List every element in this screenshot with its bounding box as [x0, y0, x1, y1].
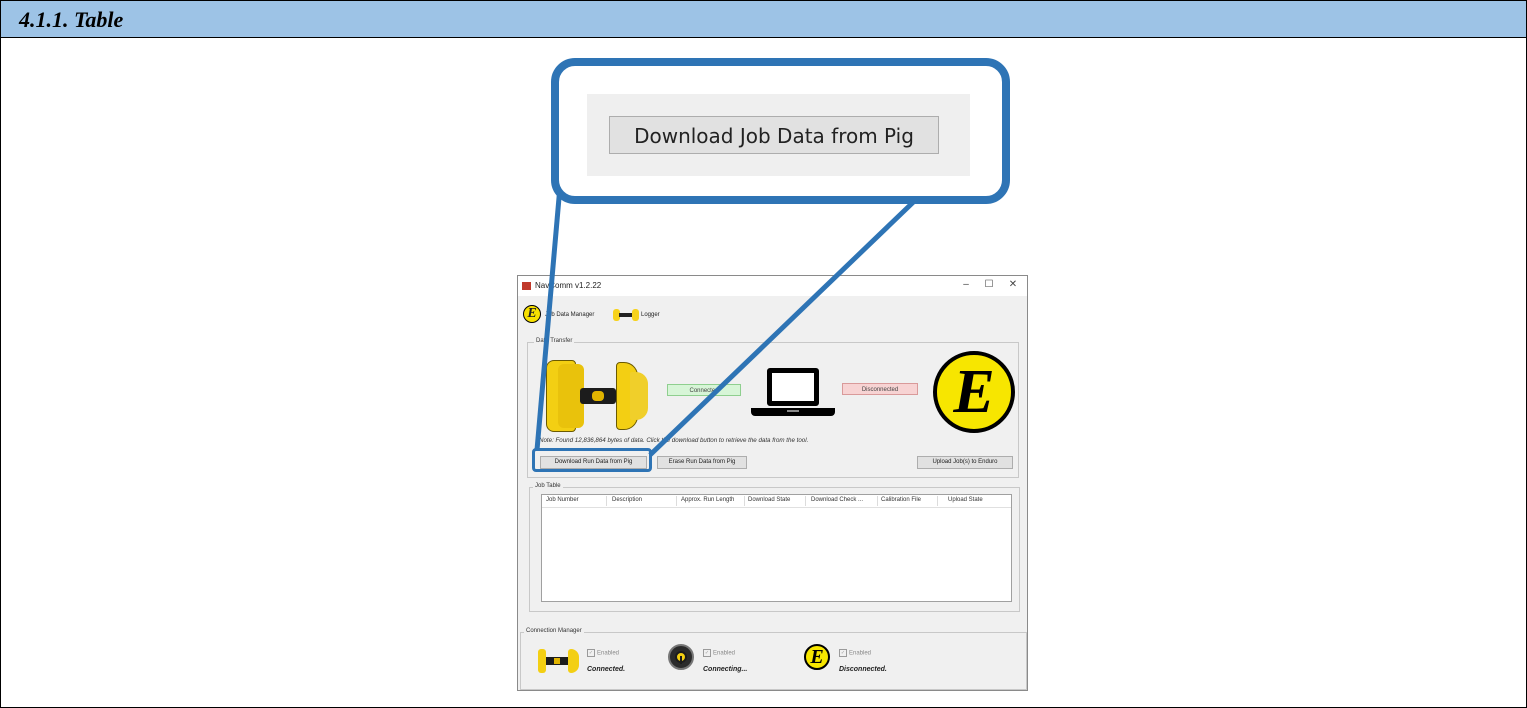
window-titlebar: NavComm v1.2.22 – ☐ ✕	[518, 276, 1027, 296]
enduro-connection-state: Disconnected.	[839, 666, 887, 673]
tab-job-data-manager[interactable]: E Job Data Manager	[523, 304, 611, 328]
zoom-callout: Download Job Data from Pig	[551, 58, 1010, 204]
column-header[interactable]: Approx. Run Length	[681, 497, 734, 503]
enduro-enabled-checkbox[interactable]: ✓ Enabled	[839, 649, 871, 657]
enduro-e-icon: E	[523, 305, 541, 323]
column-header[interactable]: Upload State	[948, 497, 983, 503]
enduro-logo-icon: E	[933, 351, 1015, 433]
job-table-header: Job Number Description Approx. Run Lengt…	[542, 495, 1011, 508]
maximize-button[interactable]: ☐	[979, 278, 999, 292]
panel-label: Connection Manager	[524, 628, 584, 634]
upload-jobs-button[interactable]: Upload Job(s) to Enduro	[917, 456, 1013, 469]
column-header[interactable]: Description	[612, 497, 642, 503]
download-job-data-button[interactable]: Download Job Data from Pig	[609, 116, 939, 154]
logger-connection-state: Connecting...	[703, 666, 748, 673]
download-button-highlight	[532, 448, 652, 472]
column-header[interactable]: Download Check ...	[811, 497, 863, 503]
pig-enabled-checkbox[interactable]: ✓ Enabled	[587, 649, 619, 657]
logger-connection-icon	[668, 644, 694, 670]
check-icon: ✓	[587, 649, 595, 657]
pig-connection-state: Connected.	[587, 666, 626, 673]
panel-label: Job Table	[533, 483, 563, 489]
pig-tool-image	[544, 360, 650, 432]
panel-label: Data Transfer	[534, 338, 575, 344]
column-header[interactable]: Calibration File	[881, 497, 921, 503]
window-title: NavComm v1.2.22	[535, 281, 602, 290]
connection-manager-panel: Connection Manager	[520, 628, 1027, 690]
pig-connection-icon	[538, 649, 580, 673]
enduro-connection-status: Disconnected	[842, 383, 918, 395]
check-icon: ✓	[839, 649, 847, 657]
tab-label: Job Data Manager	[545, 312, 595, 318]
enduro-connection-icon: E	[804, 644, 830, 670]
section-header: 4.1.1. Table	[1, 1, 1526, 38]
check-icon: ✓	[703, 649, 711, 657]
app-icon	[522, 282, 531, 290]
section-title: 4.1.1. Table	[19, 7, 124, 32]
logger-enabled-checkbox[interactable]: ✓ Enabled	[703, 649, 735, 657]
column-header[interactable]: Job Number	[546, 497, 579, 503]
column-header[interactable]: Download State	[748, 497, 790, 503]
navcomm-window: NavComm v1.2.22 – ☐ ✕ E Job Data Manager…	[517, 275, 1028, 691]
laptop-icon	[751, 368, 835, 420]
pig-connection-status: Connected	[667, 384, 741, 396]
close-button[interactable]: ✕	[1003, 278, 1023, 292]
minimize-button[interactable]: –	[956, 278, 976, 292]
transfer-note: Note: Found 12,836,864 bytes of data. Cl…	[539, 437, 809, 444]
pig-icon	[613, 309, 639, 321]
tab-logger[interactable]: Logger	[613, 304, 673, 328]
job-table[interactable]: Job Number Description Approx. Run Lengt…	[541, 494, 1012, 602]
tab-label: Logger	[641, 312, 660, 318]
erase-run-data-button[interactable]: Erase Run Data from Pig	[657, 456, 747, 469]
